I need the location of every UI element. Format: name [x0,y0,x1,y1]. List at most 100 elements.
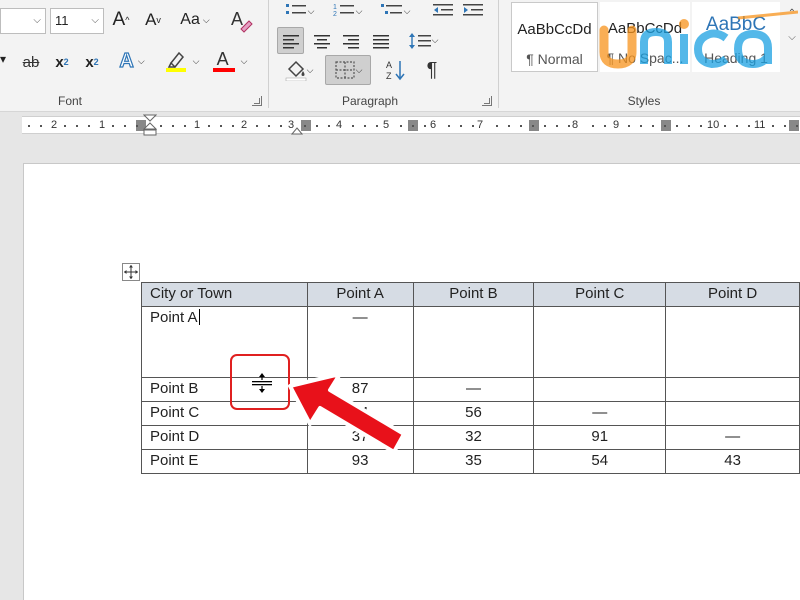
decrease-indent-button[interactable] [430,0,456,22]
font-name-combo[interactable]: ⌵ [0,8,46,34]
sort-button[interactable]: A Z [382,57,410,83]
font-color-icon: A [212,49,235,73]
text-effects-button[interactable]: A ⌵ [112,48,152,74]
change-case-icon: Aa [180,11,200,28]
table-row: Point D 37 32 91 — [141,425,800,450]
row-label-cell[interactable]: Point D [141,425,308,450]
shading-button[interactable]: ⌵ [278,57,320,83]
increase-indent-button[interactable] [460,0,486,22]
font-row2-left-partial: ▾ [0,52,7,66]
bullets-button[interactable]: ⌵ [278,0,320,22]
font-group-label: Font [57,94,82,108]
red-arrow-icon [288,372,406,454]
line-spacing-icon [408,32,431,49]
table-cell[interactable]: 35 [412,449,535,474]
table-cell[interactable]: — [665,425,800,450]
ruler-tick [352,125,354,127]
ruler-tick [556,125,558,127]
subscript-button[interactable]: x2 [50,50,74,74]
align-left-button[interactable] [277,27,304,54]
table-cell[interactable] [412,306,535,378]
ruler-tick [472,125,474,127]
ruler-label: 4 [336,119,343,131]
ruler-tick [568,125,570,127]
ruler-tick [736,125,738,127]
bullets-icon [285,4,306,14]
ruler-tick [676,125,678,127]
right-indent-marker-icon[interactable] [291,127,303,135]
chevron-down-icon: ⌵ [202,14,210,25]
header-cell[interactable]: Point C [533,282,667,307]
header-cell[interactable]: Point A [306,282,414,307]
highlight-button[interactable]: ⌵ [160,48,204,74]
table-cell[interactable] [533,306,667,378]
clear-formatting-button[interactable]: A [228,6,254,34]
grow-font-icon: A [112,9,126,30]
ruler-tick [664,125,666,127]
table-cell[interactable]: 32 [412,425,535,450]
decrease-indent-icon [433,4,453,16]
numbering-button[interactable]: 1 2 ⌵ [326,0,368,22]
style-normal[interactable]: AaBbCcDd ¶ Normal [511,2,598,72]
table-cell[interactable]: 54 [533,449,667,474]
table-cell[interactable]: — [412,377,535,402]
show-hide-marks-button[interactable]: ¶ [418,57,446,83]
horizontal-ruler[interactable]: 2 1 1 2 3 4 5 6 7 8 9 10 11 [22,114,800,136]
chevron-down-icon: ⌵ [307,5,315,16]
ruler-tick [364,125,366,127]
borders-button[interactable]: ⌵ [325,55,371,85]
ruler-label: 9 [613,119,620,131]
font-dialog-launcher-icon[interactable] [252,96,262,106]
table-cell[interactable] [665,306,800,378]
align-center-button[interactable] [308,27,335,54]
grow-font-button[interactable]: A ^ [109,8,133,32]
font-size-value: 11 [55,13,69,28]
text-effects-icon: A [119,49,135,72]
table-cell[interactable] [665,401,800,426]
font-size-combo[interactable]: 11 ⌵ [50,8,104,34]
table-cell[interactable]: — [306,306,414,378]
ruler-column-marker[interactable] [529,120,539,131]
table-cell[interactable]: — [533,401,667,426]
row-label-cell[interactable]: Point E [141,449,308,474]
align-right-button[interactable] [337,27,364,54]
change-case-button[interactable]: Aa ⌵ [175,8,215,32]
ruler-tick [172,125,174,127]
superscript-small: 2 [93,57,99,67]
svg-text:2: 2 [333,11,337,18]
ruler-tick [796,125,798,127]
strikethrough-button[interactable]: ab [18,50,44,74]
ruler-label: 1 [194,119,201,131]
table-move-handle[interactable] [122,263,140,281]
ruler-column-marker[interactable] [661,120,671,131]
table-cell[interactable] [665,377,800,402]
table-cell[interactable] [533,377,667,402]
superscript-button[interactable]: x2 [80,50,104,74]
ruler-label: 1 [99,119,106,131]
shrink-font-button[interactable]: Av [141,8,165,32]
ruler-tick [268,125,270,127]
ruler-tick [700,125,702,127]
justify-icon [372,34,389,48]
header-cell[interactable]: City or Town [141,282,308,307]
table-cell[interactable]: 43 [665,449,800,474]
header-cell[interactable]: Point D [665,282,800,307]
paragraph-dialog-launcher-icon[interactable] [482,96,492,106]
header-cell[interactable]: Point B [412,282,535,307]
table-cell[interactable]: 91 [533,425,667,450]
ruler-tick [652,125,654,127]
strikethrough-icon: ab [22,53,40,71]
indent-marker-icon[interactable] [143,114,157,136]
justify-button[interactable] [367,27,394,54]
ruler-label: 7 [477,119,484,131]
line-spacing-button[interactable]: ⌵ [402,27,444,54]
font-color-button[interactable]: A ⌵ [208,48,252,74]
ruler-tick [412,125,414,127]
multilevel-list-button[interactable]: ⌵ [374,0,416,22]
styles-group-label: Styles [627,94,661,108]
ruler-tick [592,125,594,127]
ruler-tick [184,125,186,127]
svg-text:A: A [386,60,392,70]
table-row: Point E 93 35 54 43 [141,449,800,474]
table-cell[interactable]: 56 [412,401,535,426]
